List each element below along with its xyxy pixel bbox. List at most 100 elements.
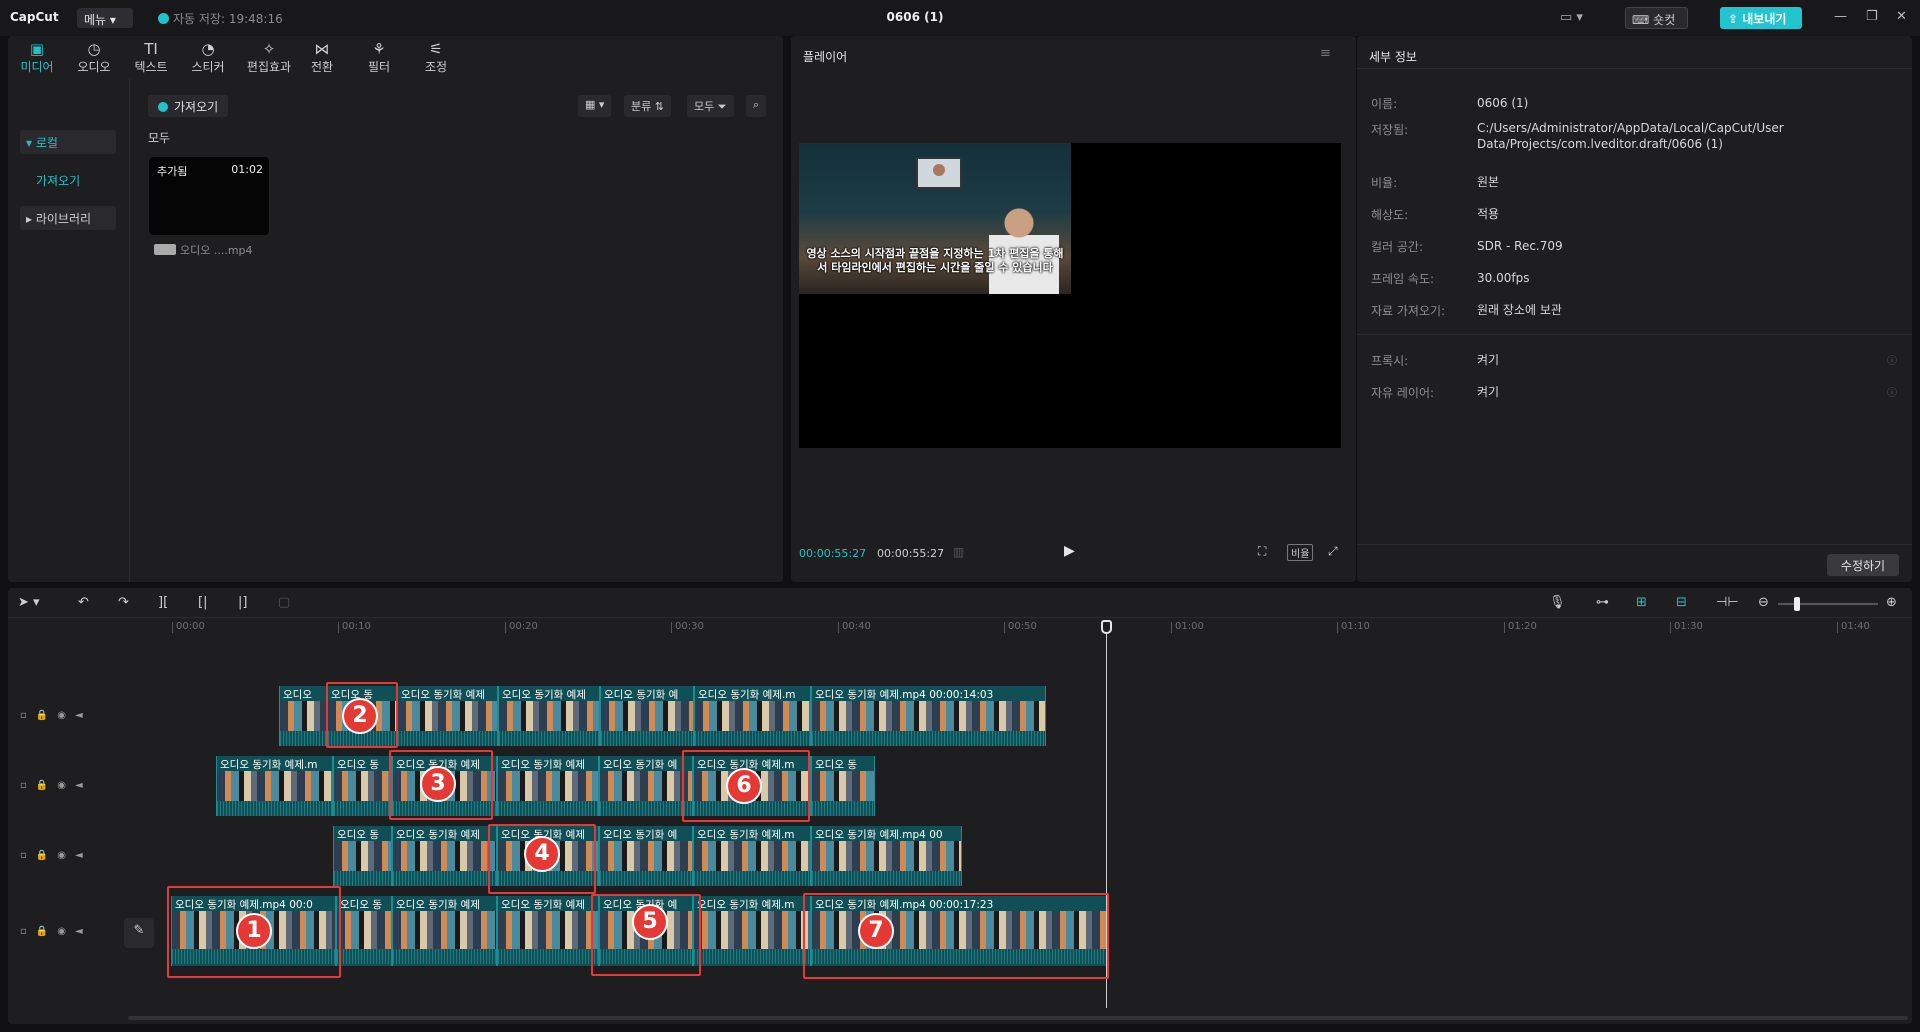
tab-media[interactable]: ▣ 미디어 [12, 40, 62, 75]
zoom-slider[interactable] [1778, 603, 1878, 605]
track-controls[interactable]: ▫🔒◉◄ [20, 926, 92, 937]
ruler-tick: 01:30 [1670, 622, 1703, 633]
tab-effects[interactable]: ✧ 편집효과 [240, 40, 298, 75]
timeline-clip[interactable]: 오디오 동기화 예제 [497, 756, 599, 816]
select-cursor-icon[interactable]: ➤ ▾ [18, 595, 40, 610]
timeline-clip[interactable]: 오디오 동 [333, 826, 392, 886]
import-button[interactable]: 가져오기 [148, 95, 229, 117]
timeline-clip[interactable]: 오디오 동기화 예제 [497, 896, 599, 966]
added-badge: 추가됨 [157, 165, 188, 178]
funnel-icon: ⏷ [717, 100, 727, 113]
timeline-clip[interactable]: 오디오 동기화 예 [599, 756, 693, 816]
fit-view-icon[interactable]: ⛶ [1258, 544, 1266, 559]
main-track-icon[interactable]: ⊟ [1676, 595, 1687, 610]
snap-icon[interactable]: ⊞ [1636, 595, 1647, 610]
timeline-clip[interactable]: 오디오 동기화 예제.m [694, 686, 811, 746]
help-icon[interactable]: ⓘ [1887, 384, 1897, 399]
view-toggle-button[interactable]: ▦ ▾ [578, 95, 612, 117]
current-timecode: 00:00:55:27 [799, 547, 867, 560]
detail-label: 해상도: [1371, 208, 1409, 222]
hamburger-icon[interactable]: ≡ [1320, 46, 1331, 61]
zoom-in-icon[interactable]: ⊕ [1886, 595, 1897, 610]
sidebar-item-library[interactable]: ▸ 라이브러리 [20, 206, 116, 230]
timeline-clip[interactable]: 오디오 동 [336, 896, 392, 966]
zoom-slider-handle[interactable] [1794, 597, 1800, 611]
effects-icon: ✧ [262, 40, 276, 58]
tab-sticker[interactable]: ◔ 스티커 [183, 40, 233, 75]
timeline-clip[interactable]: 오디오 동기화 예제.m [693, 896, 811, 966]
close-icon[interactable]: ✕ [1896, 9, 1907, 24]
total-timecode: 00:00:55:27 [877, 547, 945, 560]
shortcut-button[interactable]: ⌨ 숏컷 [1625, 7, 1688, 29]
link-icon[interactable]: ⊶ [1596, 595, 1609, 610]
restore-icon[interactable]: ❐ [1866, 9, 1878, 24]
ratio-button[interactable]: 비율 [1287, 544, 1314, 561]
pencil-icon[interactable]: ✎ [124, 918, 154, 948]
playhead-handle[interactable] [1101, 620, 1112, 634]
split-icon[interactable]: ][ [158, 595, 168, 610]
microphone-icon[interactable]: 🎙 [1549, 595, 1566, 610]
delete-icon[interactable]: ▢ [278, 595, 290, 610]
sidebar-label: 가져오기 [36, 174, 81, 188]
section-label: 모두 [148, 131, 171, 145]
clip-label: 오디오 동 [340, 899, 382, 911]
media-clip-thumbnail[interactable]: 추가됨 01:02 [149, 157, 269, 235]
help-icon[interactable]: ⓘ [1887, 352, 1897, 367]
annotation-marker-7: 7 [858, 913, 894, 949]
search-icon: ⌕ [753, 98, 760, 111]
annotation-marker-5: 5 [632, 904, 668, 940]
video-subtitle: 영상 소스의 시작점과 끝점을 지정하는 1차 편집을 통해서 타임라인에서 편… [806, 247, 1064, 274]
minimize-icon[interactable]: — [1834, 9, 1847, 24]
track-controls[interactable]: ▫🔒◉◄ [20, 850, 92, 861]
timeline-clip[interactable]: 오디오 동기화 예제 [392, 826, 497, 886]
undo-icon[interactable]: ↶ [78, 595, 89, 610]
redo-icon[interactable]: ↷ [118, 595, 129, 610]
detail-label: 저장됨: [1371, 123, 1409, 137]
timeline-clip[interactable]: 오디오 [279, 686, 327, 746]
clip-label: 오디오 동기화 예 [603, 759, 678, 771]
monitor-image [916, 157, 962, 189]
layout-icon[interactable]: ▭ ▾ [1560, 10, 1583, 25]
time-ruler[interactable]: 00:00 00:10 00:20 00:30 00:40 00:50 01:0… [8, 618, 1912, 638]
timeline-clip[interactable]: 오디오 동기화 예제 [397, 686, 498, 746]
video-preview[interactable]: 영상 소스의 시작점과 끝점을 지정하는 1차 편집을 통해서 타임라인에서 편… [799, 143, 1341, 448]
timeline-clip[interactable]: 오디오 동기화 예제.mp4 00:00:14:03 [811, 686, 1046, 746]
tab-filter[interactable]: ⚘ 필터 [354, 40, 404, 75]
detail-value: 30.00fps [1477, 271, 1530, 285]
sort-button[interactable]: 분류 ⇅ [624, 95, 671, 117]
sidebar-item-import[interactable]: 가져오기 [20, 168, 116, 192]
play-icon[interactable]: ▶ [1064, 543, 1075, 559]
timeline-clip[interactable]: 오디오 동기화 예제.m [693, 826, 811, 886]
fullscreen-icon[interactable]: ⤢ [1328, 544, 1338, 559]
trim-left-icon[interactable]: [| [198, 595, 207, 610]
timeline-clip[interactable]: 오디오 동기화 예제 [392, 896, 497, 966]
timeline-clip[interactable]: 오디오 동 [811, 756, 875, 816]
split-view-icon[interactable]: ⊣⊢ [1716, 595, 1739, 610]
trim-right-icon[interactable]: |] [238, 595, 247, 610]
timeline-clip[interactable]: 오디오 동기화 예제 [498, 686, 600, 746]
track-controls[interactable]: ▫🔒◉◄ [20, 780, 92, 791]
modify-button[interactable]: 수정하기 [1827, 554, 1899, 576]
sidebar-item-local[interactable]: ▾ 로컬 [20, 130, 116, 154]
grid-icon[interactable]: ▥ [953, 545, 964, 559]
media-clip-name: 오디오 ....mp4 [154, 242, 253, 258]
search-button[interactable]: ⌕ [746, 95, 767, 117]
timeline-clip[interactable]: 오디오 동기화 예제.m [216, 756, 333, 816]
tab-transition[interactable]: ⋈ 전환 [297, 40, 347, 75]
timeline-clip[interactable]: 오디오 동기화 예 [600, 686, 694, 746]
tab-text[interactable]: TI 텍스트 [126, 40, 176, 75]
detail-value: 원래 장소에 보관 [1477, 303, 1562, 317]
track-controls[interactable]: ▫🔒◉◄ [20, 710, 92, 721]
zoom-out-icon[interactable]: ⊖ [1758, 595, 1769, 610]
export-button[interactable]: ⇪ 내보내기 [1720, 7, 1802, 29]
timeline-clip[interactable]: 오디오 동기화 예 [599, 826, 693, 886]
tab-adjust[interactable]: ⚟ 조정 [411, 40, 461, 75]
timeline-clip[interactable]: 오디오 동 [333, 756, 392, 816]
audio-icon: ◷ [87, 40, 101, 58]
tab-audio[interactable]: ◷ 오디오 [69, 40, 119, 75]
annotation-box-7 [803, 893, 1109, 979]
clip-label: 오디오 동기화 예제 [501, 899, 585, 911]
timeline-scrollbar[interactable] [128, 1016, 1908, 1020]
filter-button[interactable]: 모두 ⏷ [687, 95, 734, 117]
timeline-clip[interactable]: 오디오 동기화 예제.mp4 00 [811, 826, 962, 886]
